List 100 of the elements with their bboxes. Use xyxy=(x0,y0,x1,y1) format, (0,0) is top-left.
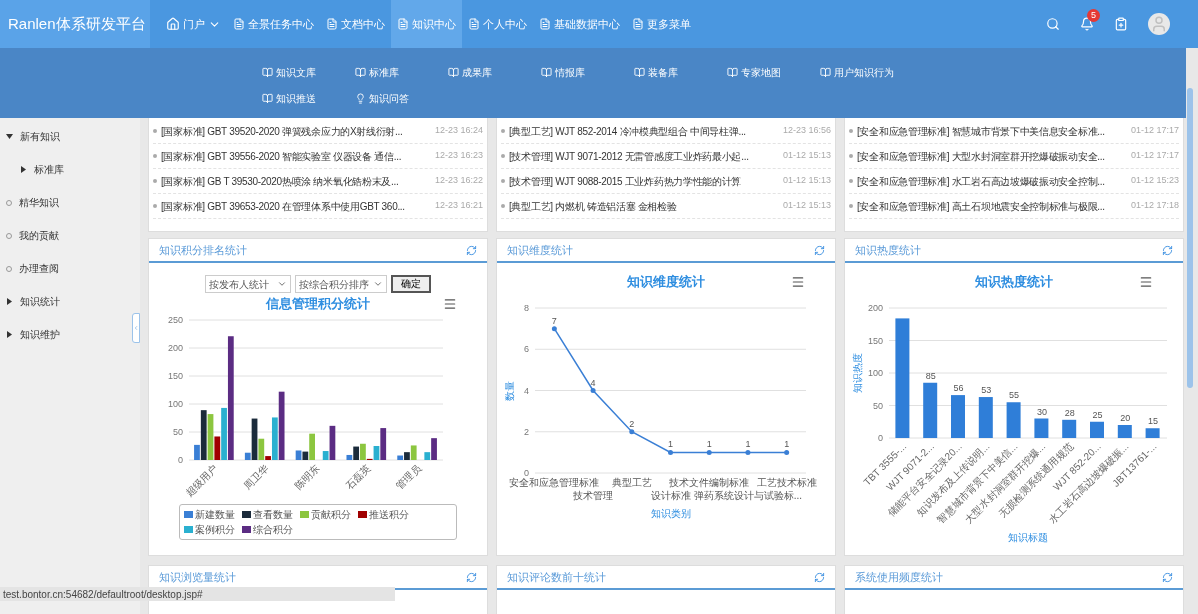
news-row[interactable]: [国家标准] GBT 39556-2020 智能实验室 仪器设备 通信... 12-23 16:23 xyxy=(153,144,483,169)
submenu-item[interactable]: 专家地图 xyxy=(727,64,781,80)
axis-tick: 100 xyxy=(867,368,883,378)
legend-swatch xyxy=(242,526,251,533)
sidebar-item[interactable]: 知识统计 xyxy=(6,294,60,309)
sidebar-item[interactable]: 精华知识 xyxy=(6,195,59,210)
collapse-tab[interactable] xyxy=(132,313,140,343)
news-title: [典型工艺] WJT 852-2014 冷冲模典型组合 中间导柱弹... xyxy=(509,124,746,139)
document-icon xyxy=(632,18,644,30)
sidebar-item[interactable]: 知识维护 xyxy=(6,327,60,342)
axis-label: 安全和应急管理标准 xyxy=(509,477,600,488)
news-title: [技术管理] WJT 9088-2015 工业炸药热力学性能的计算 xyxy=(509,174,742,189)
submenu-item[interactable]: 装备库 xyxy=(634,64,678,80)
news-time: 01-12 17:18 xyxy=(1129,199,1179,213)
submenu-item[interactable]: 标准库 xyxy=(355,64,399,80)
document-icon xyxy=(326,18,338,30)
axis-tick: 250 xyxy=(167,315,183,325)
axis-label: 设计标准 xyxy=(650,490,691,501)
refresh-icon[interactable] xyxy=(1162,571,1173,583)
news-time: 01-12 15:23 xyxy=(1129,174,1179,188)
legend-label: 推送积分 xyxy=(369,508,409,522)
data-label: 25 xyxy=(1092,409,1103,420)
axis-label: 工艺技术标准 xyxy=(756,477,817,488)
axis-tick: 100 xyxy=(167,399,183,409)
news-row[interactable]: [国家标准] GBT 39653-2020 在管理体系中使用GBT 360... 12-23 16:21 xyxy=(153,194,483,219)
data-label: 30 xyxy=(1036,406,1047,417)
clipboard-plus-icon[interactable] xyxy=(1114,17,1128,31)
axis-title: 知识标题 xyxy=(1008,532,1048,543)
chart-bar xyxy=(923,382,938,438)
submenu-item[interactable]: 知识文库 xyxy=(262,64,316,80)
news-row[interactable]: [安全和应急管理标准] 水工岩石高边坡爆破振动安全控制... 01-12 15:23 xyxy=(849,169,1179,194)
news-title: [国家标准] GBT 39653-2020 在管理体系中使用GBT 360... xyxy=(161,199,405,214)
confirm-button[interactable]: 确定 xyxy=(391,275,431,293)
submenu-item[interactable]: 知识问答 xyxy=(355,90,409,106)
book-icon xyxy=(727,66,738,78)
news-title: [国家标准] GB T 39530-2020热喷涂 纳米氧化锆粉末及... xyxy=(161,174,399,189)
sort-select[interactable]: 按综合积分排序 xyxy=(295,275,387,293)
news-title: [典型工艺] 内燃机 铸造铝活塞 金相检验 xyxy=(509,199,677,214)
data-label: 15 xyxy=(1148,416,1159,427)
panel-title: 知识评论数前十统计 xyxy=(507,569,606,585)
sidebar-item[interactable]: 我的贡献 xyxy=(6,228,59,243)
news-time: 01-12 15:13 xyxy=(781,149,831,163)
refresh-icon[interactable] xyxy=(814,244,825,256)
legend-label: 贡献积分 xyxy=(311,508,351,522)
group-by-select[interactable]: 按发布人统计 xyxy=(205,275,291,293)
submenu-item[interactable]: 用户知识行为 xyxy=(820,64,894,80)
data-label: 1 xyxy=(668,439,673,450)
news-title: [技术管理] WJT 9071-2012 无雷管感度工业炸药最小起... xyxy=(509,149,749,164)
news-time: 12-23 16:23 xyxy=(433,149,483,163)
chart-bar xyxy=(1034,418,1049,438)
chart-point xyxy=(668,449,673,455)
axis-tick: 200 xyxy=(867,303,883,313)
news-row[interactable]: [安全和应急管理标准] 大型水封洞室群开挖爆破振动安全... 01-12 17:17 xyxy=(849,144,1179,169)
sidebar-item[interactable]: 标准库 xyxy=(20,162,64,177)
sidebar-item[interactable]: 新有知识 xyxy=(6,129,60,144)
axis-title: 数量 xyxy=(504,380,515,401)
book-icon xyxy=(541,66,552,78)
chart-bar xyxy=(1062,419,1077,438)
book-icon xyxy=(448,66,459,78)
submenu-item[interactable]: 成果库 xyxy=(448,64,492,80)
news-time: 12-23 16:22 xyxy=(433,174,483,188)
axis-tick: 150 xyxy=(867,335,883,346)
news-time: 01-12 15:13 xyxy=(781,174,831,188)
news-row[interactable]: [典型工艺] 内燃机 铸造铝活塞 金相检验 01-12 15:13 xyxy=(501,194,831,219)
news-row[interactable]: [安全和应急管理标准] 高土石坝地震安全控制标准与极限... 01-12 17:18 xyxy=(849,194,1179,219)
submenu-item[interactable]: 知识推送 xyxy=(262,90,316,106)
refresh-icon[interactable] xyxy=(466,244,477,256)
data-label: 2 xyxy=(629,418,635,429)
search-icon[interactable] xyxy=(1046,17,1060,31)
bullet-icon xyxy=(153,154,157,158)
refresh-icon[interactable] xyxy=(466,571,477,583)
news-row[interactable]: [技术管理] WJT 9088-2015 工业炸药热力学性能的计算 01-12 15:13 xyxy=(501,169,831,194)
brand-title: Ranlen体系研发平台 xyxy=(0,0,150,48)
chart-bar xyxy=(1090,421,1104,438)
news-time: 01-12 17:17 xyxy=(1129,124,1179,138)
news-row[interactable]: [国家标准] GBT 39520-2020 弹簧残余应力的X射线衍射... 12-23 16:24 xyxy=(153,119,483,144)
bullet-icon xyxy=(501,129,505,133)
avatar[interactable] xyxy=(1148,13,1170,35)
news-title: [国家标准] GBT 39556-2020 智能实验室 仪器设备 通信... xyxy=(161,149,402,164)
data-label: 55 xyxy=(1009,390,1020,401)
data-label: 28 xyxy=(1064,407,1075,418)
bell-icon[interactable] xyxy=(1080,17,1094,31)
chart-point xyxy=(551,326,557,332)
chart-point xyxy=(745,449,751,455)
legend-label: 新建数量 xyxy=(195,508,235,522)
axis-title: 知识类别 xyxy=(650,508,691,519)
news-row[interactable]: [国家标准] GB T 39530-2020热喷涂 纳米氧化锆粉末及... 12-23 16:22 xyxy=(153,169,483,194)
submenu-item[interactable]: 情报库 xyxy=(541,64,585,80)
news-row[interactable]: [技术管理] WJT 9071-2012 无雷管感度工业炸药最小起... 01-12 15:13 xyxy=(501,144,831,169)
news-row[interactable]: [安全和应急管理标准] 智慧城市背景下中美信息安全标准... 01-12 17:17 xyxy=(849,119,1179,144)
refresh-icon[interactable] xyxy=(1162,244,1173,256)
sidebar-item[interactable]: 办理查阅 xyxy=(6,261,59,276)
menu-icon[interactable] xyxy=(443,297,457,311)
data-label: 20 xyxy=(1120,413,1131,423)
refresh-icon[interactable] xyxy=(814,571,825,583)
bullet-icon xyxy=(153,204,157,208)
news-row[interactable]: [典型工艺] WJT 852-2014 冷冲模典型组合 中间导柱弹... 12-23 16:56 xyxy=(501,119,831,144)
menu-icon[interactable] xyxy=(1139,275,1153,289)
chart-bar xyxy=(1006,402,1021,438)
menu-icon[interactable] xyxy=(791,275,805,289)
